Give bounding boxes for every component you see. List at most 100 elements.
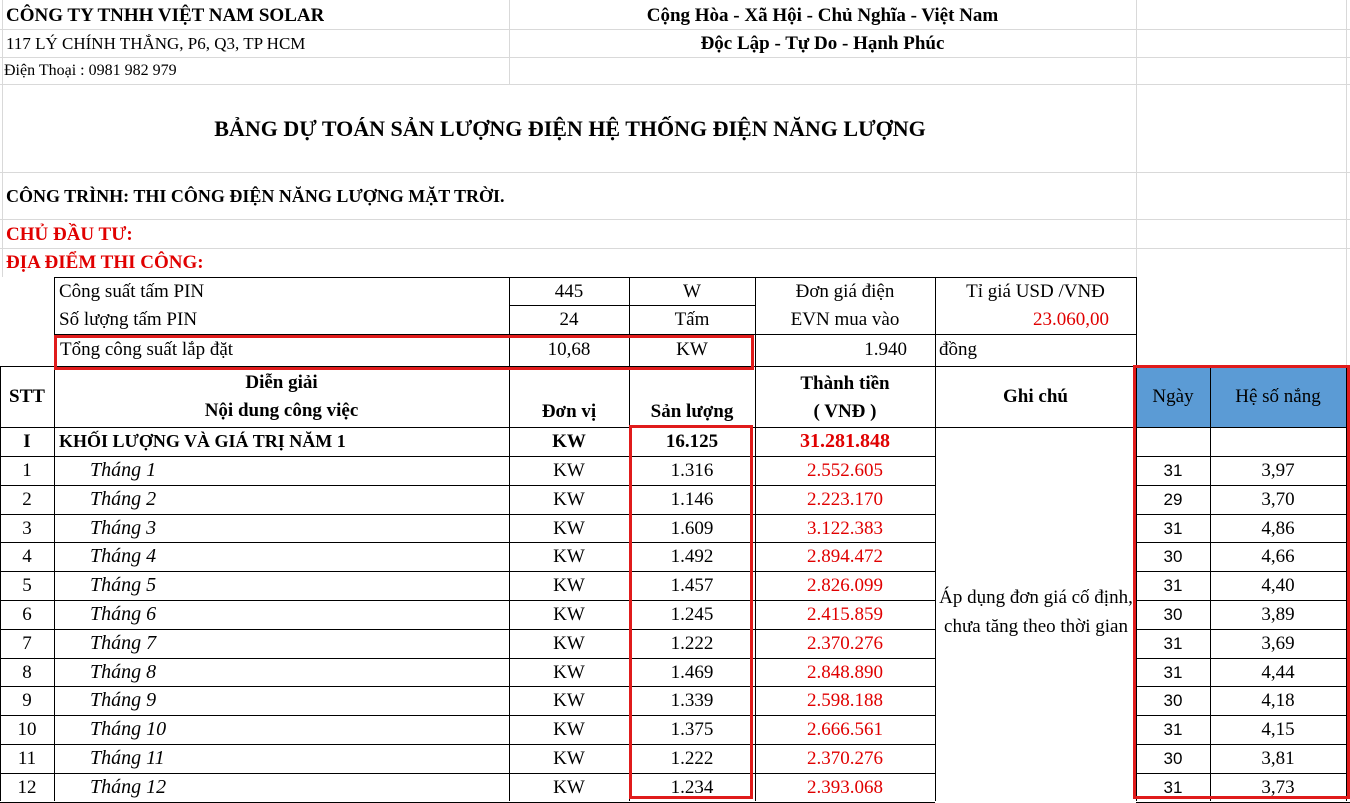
col-header-unit: Đơn vị	[541, 401, 597, 422]
exchange-rate-value: 23.060,00	[1033, 309, 1109, 330]
month-row-sun: 3,81	[1261, 747, 1295, 769]
month-row-days: 29	[1163, 489, 1183, 509]
month-row-amount: 2.552.605	[807, 459, 883, 481]
month-row-stt: 4	[22, 545, 32, 567]
month-row-days: 31	[1163, 662, 1183, 682]
month-row-days: 30	[1163, 604, 1183, 624]
month-row-unit: KW	[553, 661, 585, 683]
month-row-unit: KW	[553, 574, 585, 596]
exchange-rate-label: Tỉ giá USD /VNĐ	[966, 280, 1105, 302]
production-table: STT Diễn giải Nội dung công việc Đơn vị …	[0, 367, 1350, 803]
summary-unit: KW	[552, 430, 586, 452]
month-row-desc: Tháng 9	[90, 689, 157, 711]
total-capacity-label: Tổng công suất lắp đặt	[60, 339, 234, 360]
summary-output: 16.125	[665, 430, 719, 452]
month-row-desc: Tháng 3	[90, 517, 157, 539]
col-header-amount-line2: ( VNĐ )	[813, 401, 877, 422]
project-name: CÔNG TRÌNH: THI CÔNG ĐIỆN NĂNG LƯỢNG MẶT…	[6, 185, 505, 206]
month-row-unit: KW	[553, 488, 585, 510]
month-row-stt: 12	[17, 776, 37, 798]
month-row-unit: KW	[553, 776, 585, 798]
panel-power-unit: W	[683, 280, 701, 302]
month-row-amount: 2.848.890	[807, 661, 883, 683]
summary-stt: I	[23, 430, 31, 452]
panel-count-label: Số lượng tấm PIN	[59, 309, 198, 330]
month-row-days: 31	[1163, 777, 1183, 797]
month-row-sun: 4,86	[1261, 517, 1295, 539]
month-row-days: 31	[1163, 719, 1183, 739]
col-header-desc-line2: Nội dung công việc	[204, 400, 359, 421]
currency-label: đồng	[939, 339, 977, 360]
month-row-amount: 2.223.170	[807, 488, 883, 510]
month-row-stt: 9	[22, 689, 32, 711]
col-header-output: Sản lượng	[650, 401, 734, 422]
month-row-output: 1.469	[670, 661, 714, 683]
month-row-unit: KW	[553, 517, 585, 539]
company-name: CÔNG TY TNHH VIỆT NAM SOLAR	[6, 5, 325, 26]
document-title: BẢNG DỰ TOÁN SẢN LƯỢNG ĐIỆN HỆ THỐNG ĐIỆ…	[214, 116, 926, 141]
spreadsheet-grid: CÔNG TY TNHH VIỆT NAM SOLAR 117 LÝ CHÍNH…	[0, 0, 1350, 803]
month-row-stt: 3	[22, 517, 32, 539]
month-row-days: 31	[1163, 575, 1183, 595]
month-row-days: 30	[1163, 546, 1183, 566]
month-row-days: 31	[1163, 518, 1183, 538]
summary-desc: KHỐI LƯỢNG VÀ GIÁ TRỊ NĂM 1	[59, 431, 346, 451]
month-row-sun: 3,69	[1261, 632, 1295, 654]
month-row-amount: 3.122.383	[807, 517, 883, 539]
month-row-output: 1.316	[670, 459, 714, 481]
month-row-output: 1.375	[670, 718, 714, 740]
month-row-amount: 2.826.099	[807, 574, 883, 596]
month-row-desc: Tháng 8	[90, 661, 157, 683]
month-row-unit: KW	[553, 747, 585, 769]
month-row-output: 1.146	[670, 488, 714, 510]
month-row-amount: 2.393.068	[807, 776, 883, 798]
note-cell: Áp dụng đơn giá cố định, chưa tăng theo …	[939, 587, 1133, 637]
month-row-days: 31	[1163, 460, 1183, 480]
summary-amount: 31.281.848	[800, 430, 890, 452]
month-row-sun: 3,73	[1261, 776, 1295, 798]
month-row-days: 31	[1163, 633, 1183, 653]
month-row-stt: 10	[17, 718, 37, 740]
electricity-price-label: Đơn giá điện	[795, 280, 895, 302]
month-row-desc: Tháng 10	[90, 718, 167, 740]
col-header-days: Ngày	[1152, 386, 1194, 407]
month-row-stt: 6	[22, 603, 32, 625]
panel-count-value: 24	[559, 309, 579, 330]
month-row-output: 1.245	[670, 603, 714, 625]
month-row-output: 1.222	[670, 747, 714, 769]
month-row-sun: 3,97	[1261, 459, 1295, 481]
month-row-amount: 2.894.472	[807, 545, 883, 567]
month-row-amount: 2.370.276	[807, 632, 883, 654]
month-row-stt: 8	[22, 661, 32, 683]
month-row-sun: 4,15	[1261, 718, 1295, 740]
month-row-sun: 4,40	[1261, 574, 1295, 596]
month-row-days: 30	[1163, 690, 1183, 710]
col-header-desc-line1: Diễn giải	[245, 372, 318, 393]
month-row-sun: 4,44	[1261, 661, 1295, 683]
month-row-stt: 5	[22, 574, 32, 596]
evn-buy-label: EVN mua vào	[790, 309, 900, 330]
month-row-sun: 3,89	[1261, 603, 1295, 625]
company-address: 117 LÝ CHÍNH THẮNG, P6, Q3, TP HCM	[6, 34, 306, 53]
month-row-desc: Tháng 7	[90, 632, 157, 654]
month-row-stt: 1	[22, 459, 32, 481]
col-header-stt: STT	[9, 386, 45, 407]
panel-power-label: Công suất tấm PIN	[59, 280, 205, 302]
investor-label: CHỦ ĐẦU TƯ:	[6, 223, 133, 245]
month-row-days: 30	[1163, 748, 1183, 768]
national-motto-line1: Cộng Hòa - Xã Hội - Chủ Nghĩa - Việt Nam	[646, 5, 999, 26]
month-row-stt: 11	[17, 747, 37, 769]
total-capacity-value: 10,68	[547, 339, 591, 360]
month-row-output: 1.234	[670, 776, 714, 798]
month-row-unit: KW	[553, 545, 585, 567]
col-header-sun-factor: Hệ số nắng	[1235, 386, 1321, 407]
month-row-desc: Tháng 4	[90, 545, 157, 567]
total-capacity-unit: KW	[676, 339, 708, 360]
month-row-desc: Tháng 11	[90, 747, 165, 769]
month-row-unit: KW	[553, 459, 585, 481]
month-row-sun: 3,70	[1261, 488, 1295, 510]
panel-power-value: 445	[554, 280, 584, 302]
electricity-price-value: 1.940	[864, 339, 907, 360]
panel-count-unit: Tấm	[674, 309, 710, 330]
month-row-desc: Tháng 12	[90, 776, 167, 798]
